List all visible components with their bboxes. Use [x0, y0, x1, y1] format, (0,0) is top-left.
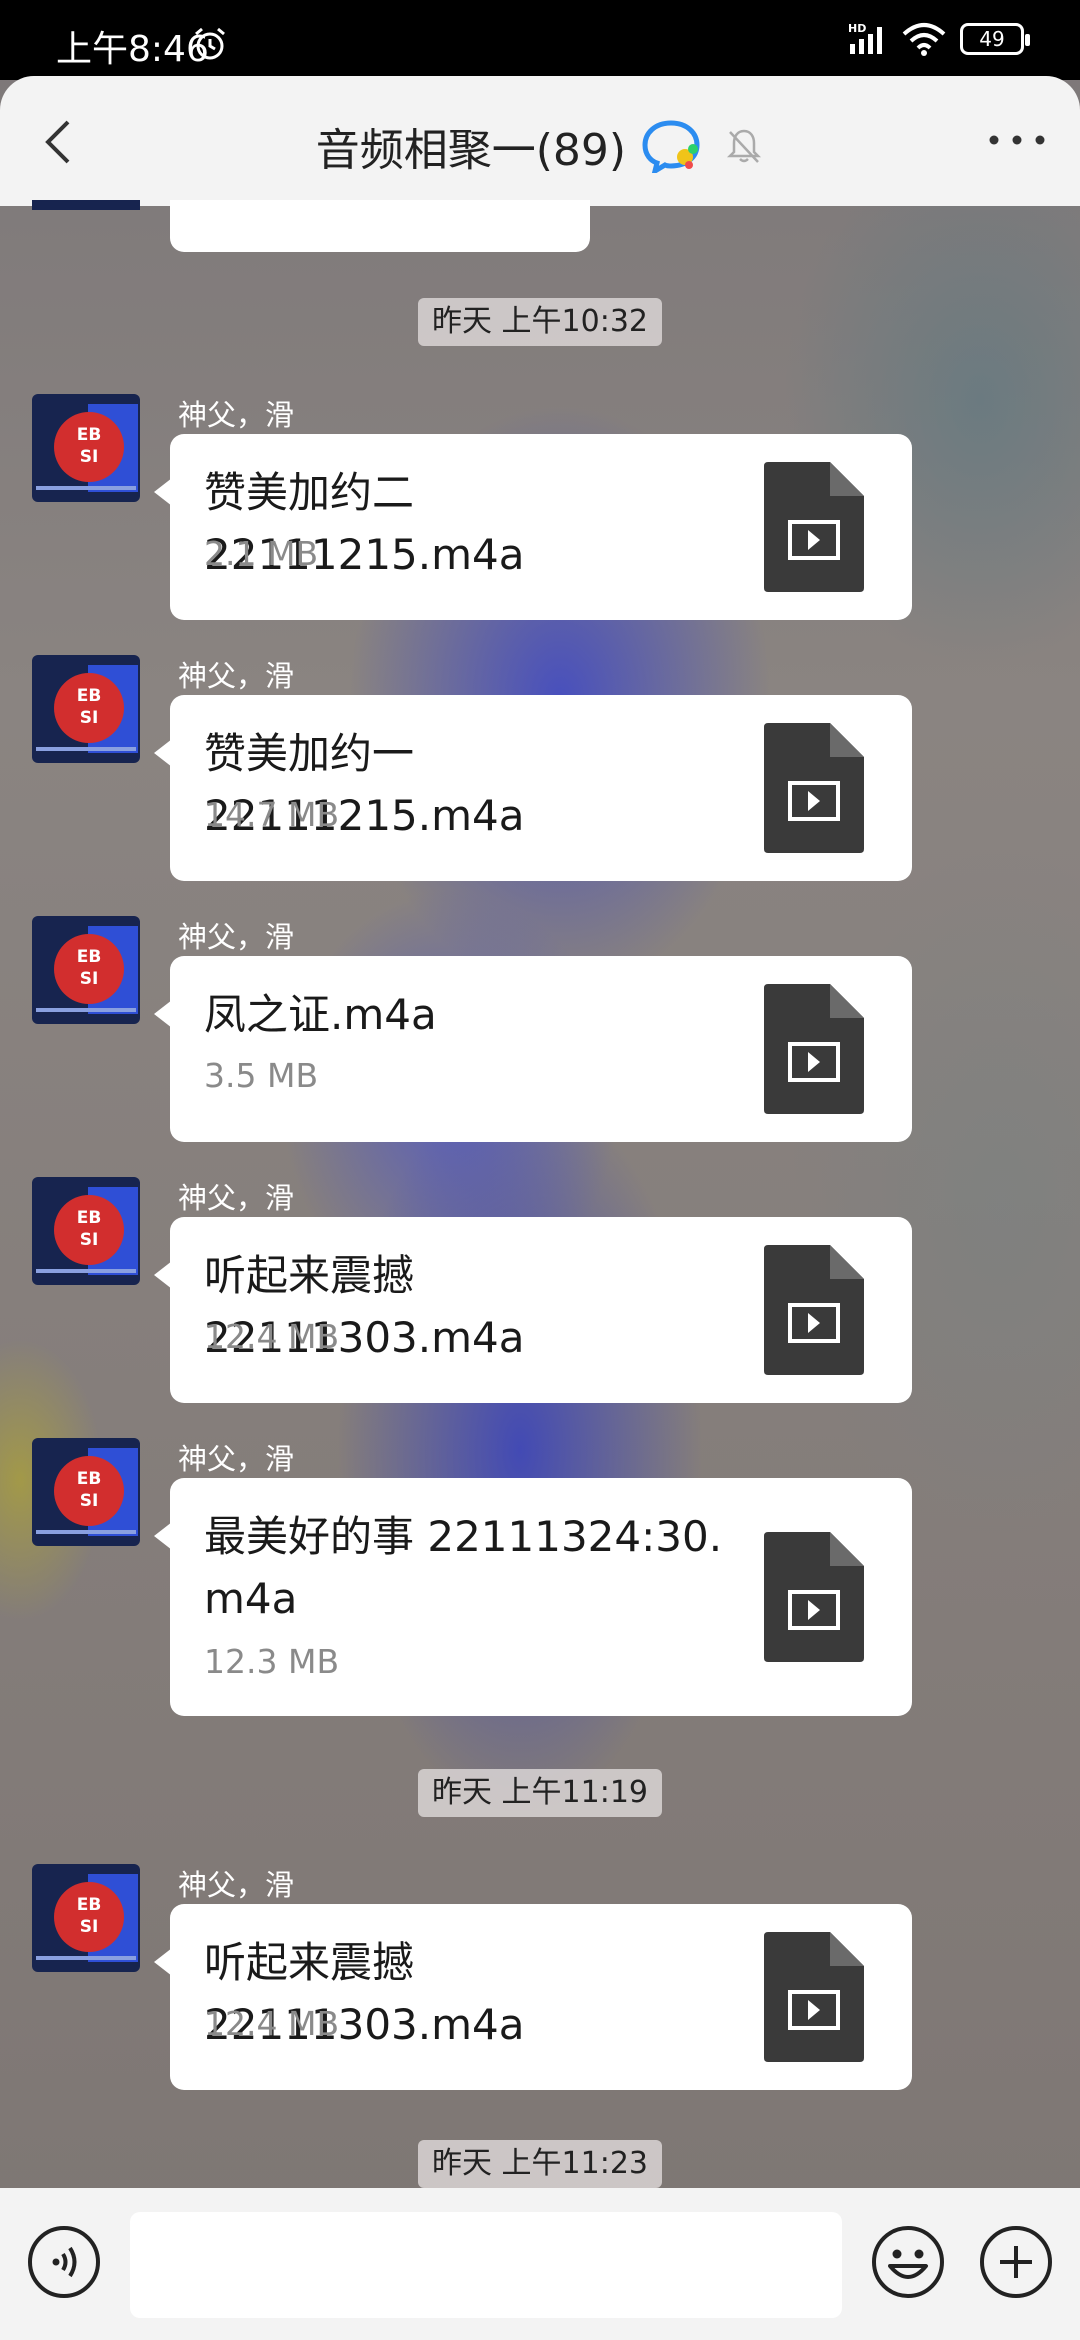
partial-avatar [32, 200, 140, 210]
file-message-bubble[interactable]: 最美好的事 22111324:30.m4a 12.3 MB [154, 1478, 912, 1716]
status-bar: 上午8:46 HD 49 [0, 0, 1080, 80]
more-button[interactable] [984, 120, 1050, 160]
video-file-icon [764, 723, 864, 853]
plus-button[interactable] [978, 2224, 1054, 2300]
emoji-icon [872, 2226, 944, 2298]
file-message-bubble[interactable]: 听起来震撼 22111303.m4a 12.4 MB [154, 1217, 912, 1403]
signal-icon: HD [848, 22, 882, 54]
file-size: 12.4 MB [204, 2004, 340, 2043]
chat-header: 音频相聚一(89) [0, 76, 1080, 206]
avatar[interactable]: EB SI [32, 394, 140, 502]
file-size: 12.3 MB [204, 1642, 340, 1681]
sender-name: 神父，滑 [178, 1868, 295, 1902]
file-message-bubble[interactable]: 凤之证.m4a 3.5 MB [154, 956, 912, 1142]
timestamp: 昨天 上午11:19 [418, 1769, 662, 1817]
file-message-bubble[interactable]: 听起来震撼 22111303.m4a 12.4 MB [154, 1904, 912, 2090]
timestamp: 昨天 上午10:32 [418, 298, 662, 346]
qq-chat-icon[interactable] [641, 119, 705, 173]
sender-name: 神父，滑 [178, 659, 295, 693]
avatar[interactable]: EB SI [32, 1438, 140, 1546]
wifi-icon [902, 23, 946, 56]
file-size: 12.4 MB [204, 1317, 340, 1356]
voice-icon [28, 2226, 100, 2298]
title-group: 音频相聚一(89) [0, 114, 1080, 178]
video-file-icon [764, 1245, 864, 1375]
sender-name: 神父，滑 [178, 398, 295, 432]
emoji-button[interactable] [870, 2224, 946, 2300]
input-bar [0, 2188, 1080, 2340]
file-size: 3.5 MB [204, 1056, 319, 1095]
status-icons: HD 49 [848, 22, 1030, 56]
message-input[interactable] [130, 2212, 842, 2318]
chat-title[interactable]: 音频相聚一(89) [316, 114, 626, 178]
status-time: 上午8:46 [56, 29, 209, 70]
file-message-bubble[interactable]: 赞美加约二 22111215.m4a 2.1 MB [154, 434, 912, 620]
plus-icon [980, 2226, 1052, 2298]
avatar[interactable]: EB SI [32, 1177, 140, 1285]
more-dots-icon [989, 135, 1045, 145]
video-file-icon [764, 1532, 864, 1662]
file-name: 最美好的事 22111324:30.m4a [204, 1512, 723, 1623]
voice-button[interactable] [26, 2224, 102, 2300]
file-size: 14.7 MB [204, 795, 340, 834]
sender-name: 神父，滑 [178, 1442, 295, 1476]
battery-indicator: 49 [960, 23, 1030, 55]
sender-name: 神父，滑 [178, 920, 295, 954]
svg-text:HD: HD [848, 22, 866, 35]
file-name: 凤之证.m4a [204, 990, 437, 1039]
chat-screen: 上午8:46 HD 49 音频相聚一(89) 昨天 上午10:32 EB SI … [0, 0, 1080, 2340]
file-message-bubble[interactable]: 赞美加约一 22111215.m4a 14.7 MB [154, 695, 912, 881]
partial-message-bubble[interactable] [170, 200, 590, 252]
video-file-icon [764, 984, 864, 1114]
alarm-icon [195, 27, 225, 60]
sender-name: 神父，滑 [178, 1181, 295, 1215]
avatar[interactable]: EB SI [32, 655, 140, 763]
video-file-icon [764, 462, 864, 592]
video-file-icon [764, 1932, 864, 2062]
file-size: 2.1 MB [204, 534, 319, 573]
avatar[interactable]: EB SI [32, 916, 140, 1024]
timestamp: 昨天 上午11:23 [418, 2140, 662, 2188]
bell-off-icon [727, 129, 762, 163]
avatar[interactable]: EB SI [32, 1864, 140, 1972]
